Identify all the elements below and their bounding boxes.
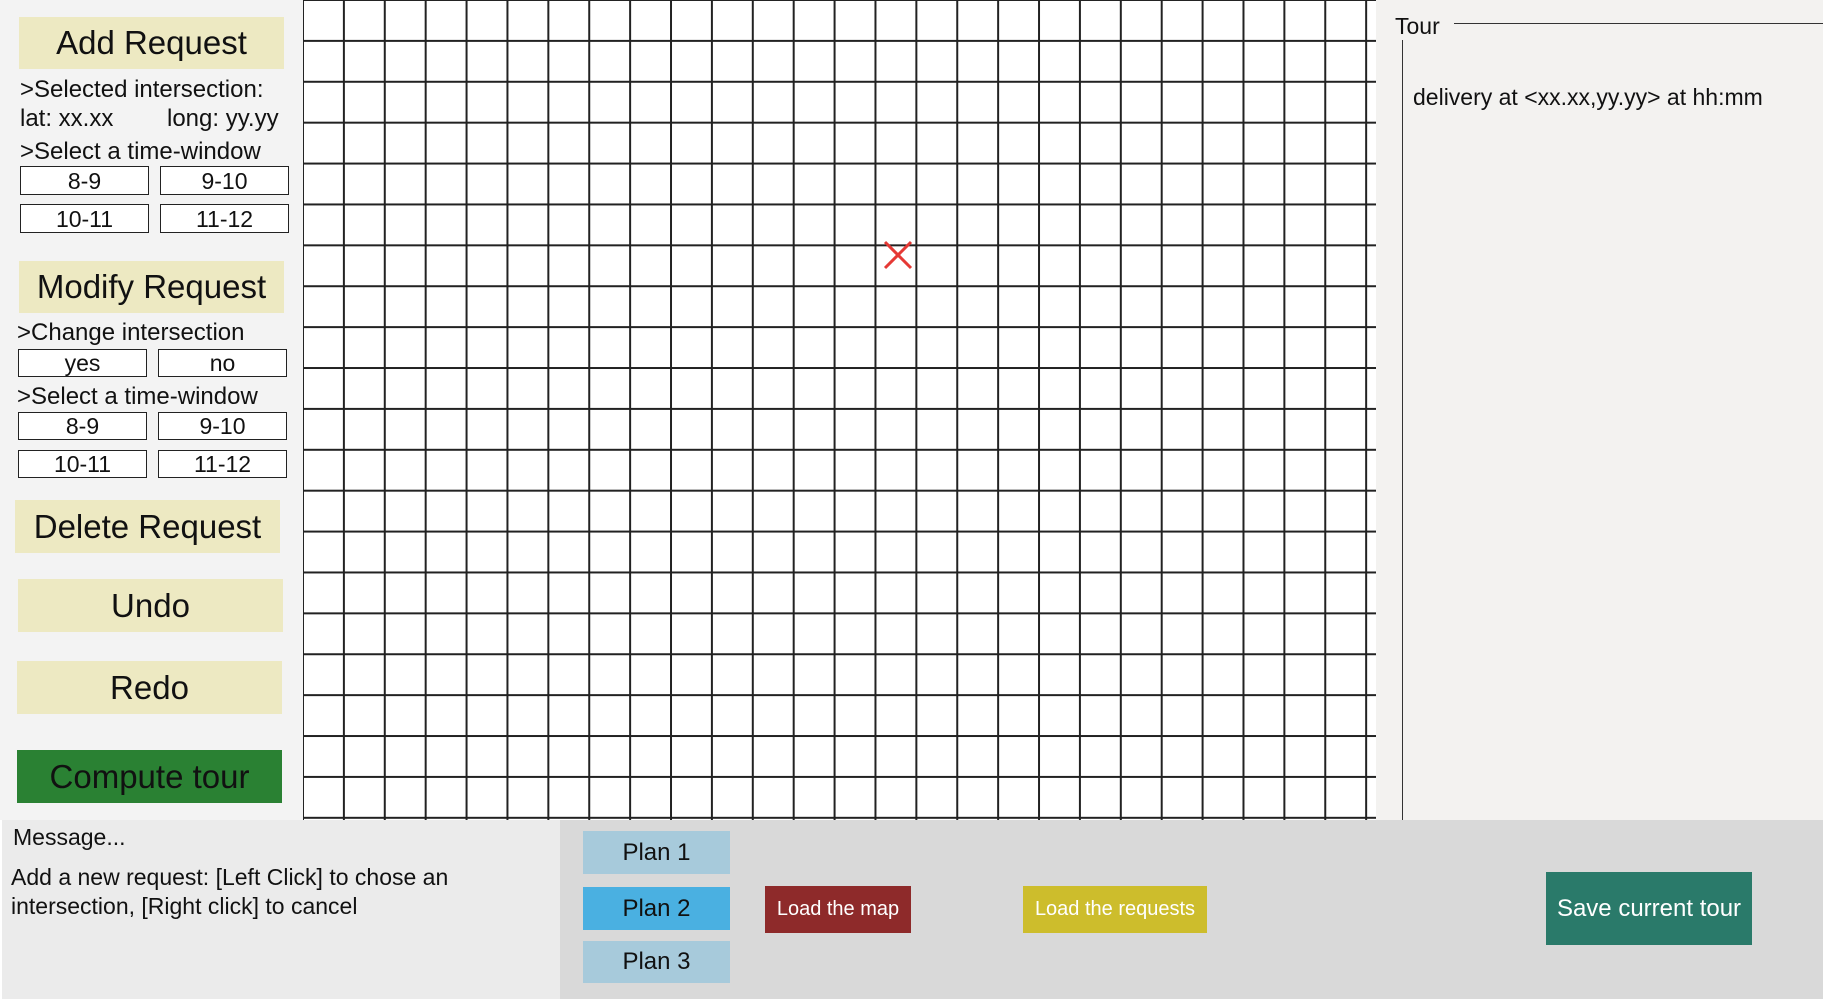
tour-panel: Tour delivery at <xx.xx,yy.yy> at hh:mm [1376,0,1823,820]
redo-button[interactable]: Redo [17,661,282,714]
select-time-window-label: >Select a time-window [17,383,258,410]
longitude-value: long: yy.yy [167,105,279,132]
message-text-line-1: Add a new request: [Left Click] to chose… [11,864,449,890]
load-map-button[interactable]: Load the map [765,886,911,933]
tour-entry: delivery at <xx.xx,yy.yy> at hh:mm [1413,84,1763,110]
change-intersection-yes-button[interactable]: yes [18,349,147,377]
select-time-window-label: >Select a time-window [20,138,261,165]
save-tour-button[interactable]: Save current tour [1546,872,1752,945]
message-panel: Message... Add a new request: [Left Clic… [0,820,560,999]
add-time-window-8-9[interactable]: 8-9 [20,166,149,195]
load-requests-button[interactable]: Load the requests [1023,886,1207,933]
change-intersection-label: >Change intersection [17,319,245,346]
request-panel: Add Request >Selected intersection: lat:… [0,0,300,820]
plan-1-button[interactable]: Plan 1 [583,831,730,874]
modify-time-window-10-11[interactable]: 10-11 [18,450,147,478]
latitude-value: lat: xx.xx [20,105,114,132]
bottom-toolbar: Plan 1 Plan 2 Plan 3 Load the map Load t… [560,820,1823,999]
x-marker-icon[interactable] [869,226,925,282]
tour-title: Tour [1395,13,1440,39]
compute-tour-button[interactable]: Compute tour [17,750,282,803]
message-title: Message... [13,824,126,850]
delete-request-button[interactable]: Delete Request [15,500,280,553]
add-time-window-11-12[interactable]: 11-12 [160,204,289,233]
add-request-button[interactable]: Add Request [19,17,284,69]
message-text-line-2: intersection, [Right click] to cancel [11,893,358,919]
add-time-window-9-10[interactable]: 9-10 [160,166,289,195]
add-time-window-10-11[interactable]: 10-11 [20,204,149,233]
change-intersection-no-button[interactable]: no [158,349,287,377]
modify-time-window-9-10[interactable]: 9-10 [158,412,287,440]
plan-3-button[interactable]: Plan 3 [583,941,730,983]
tour-list-border [1402,40,1403,820]
tour-title-divider [1454,23,1823,24]
selected-intersection-label: >Selected intersection: [20,76,264,103]
undo-button[interactable]: Undo [18,579,283,632]
plan-2-button[interactable]: Plan 2 [583,887,730,930]
city-map-grid[interactable] [303,0,1376,820]
modify-request-button[interactable]: Modify Request [19,261,284,313]
modify-time-window-11-12[interactable]: 11-12 [158,450,287,478]
modify-time-window-8-9[interactable]: 8-9 [18,412,147,440]
